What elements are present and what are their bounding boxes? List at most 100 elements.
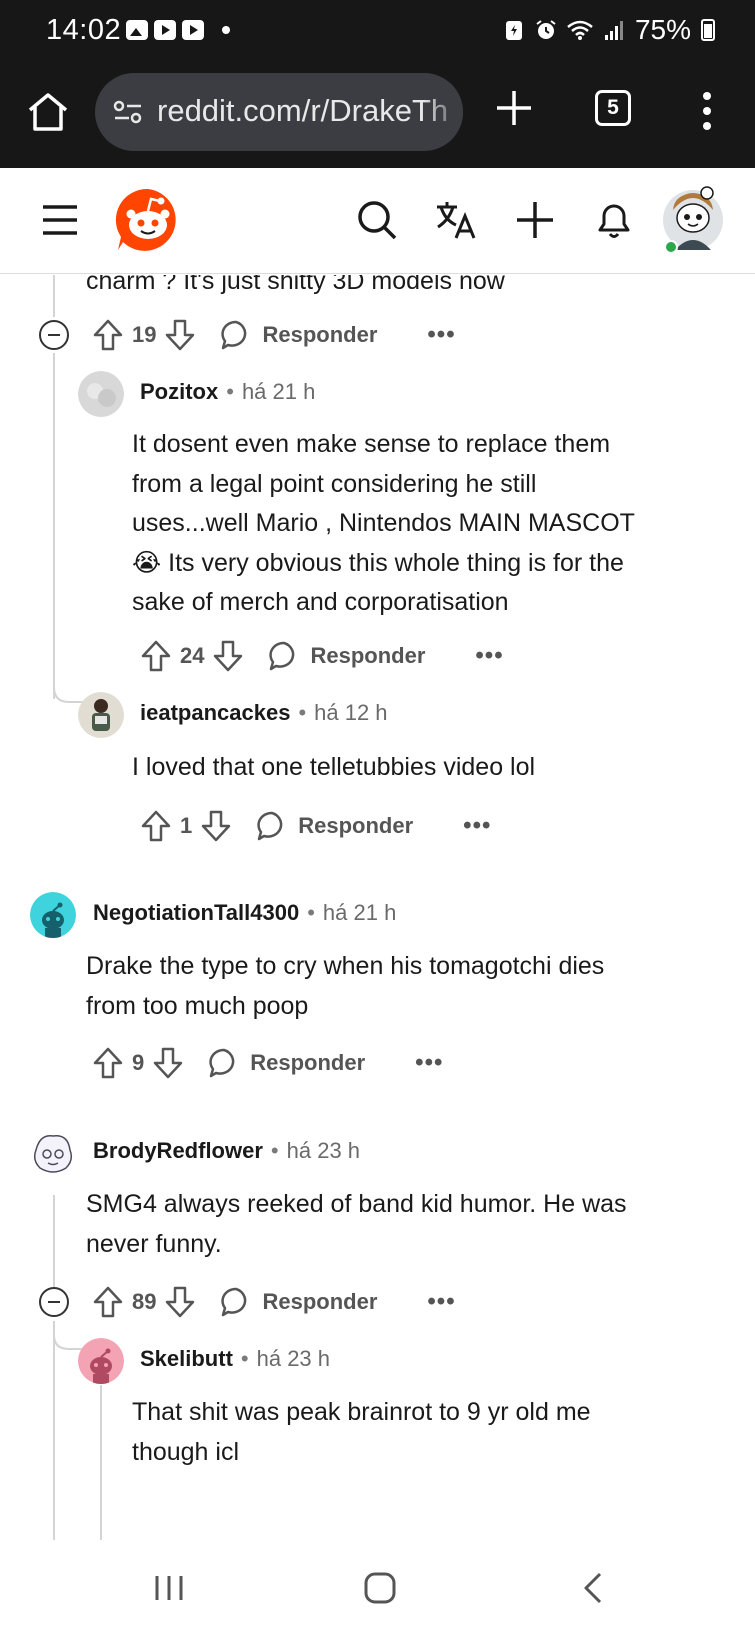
home-icon[interactable] bbox=[26, 90, 70, 134]
avatar[interactable] bbox=[30, 892, 76, 938]
reply-label: Responder bbox=[250, 1050, 366, 1075]
timestamp: há 21 h bbox=[241, 379, 316, 404]
reply-button[interactable]: Responder bbox=[256, 810, 413, 842]
comment-actions: 9 Responder ••• bbox=[92, 1043, 443, 1083]
timestamp: há 12 h bbox=[314, 700, 388, 725]
recent-apps-icon[interactable] bbox=[152, 1570, 186, 1606]
reply-bubble-icon bbox=[209, 1048, 235, 1078]
comment-meta: BrodyRedflower • há 23 h bbox=[93, 1138, 361, 1164]
comment-actions: 1 Responder ••• bbox=[140, 806, 491, 846]
more-notifications-icon bbox=[222, 26, 230, 34]
comment-text: Drake the type to cry when his tomagotch… bbox=[86, 952, 605, 1020]
alarm-icon bbox=[536, 20, 556, 39]
upvote-icon[interactable] bbox=[92, 1046, 124, 1080]
username-link[interactable]: ieatpancackes bbox=[140, 700, 290, 726]
reply-bubble-icon bbox=[257, 811, 283, 841]
upvote-icon[interactable] bbox=[140, 809, 172, 843]
more-options-button[interactable]: ••• bbox=[463, 812, 491, 840]
comment-actions: 89 Responder ••• bbox=[92, 1282, 456, 1322]
comment-text: SMG4 always reeked of band kid humor. He… bbox=[86, 1190, 627, 1258]
tab-switcher-button[interactable]: 5 bbox=[595, 90, 631, 126]
wifi-icon bbox=[567, 20, 593, 40]
data-saver-icon bbox=[505, 21, 522, 40]
timestamp: há 23 h bbox=[256, 1346, 331, 1371]
status-time: 14:02 bbox=[46, 14, 122, 46]
home-button-icon[interactable] bbox=[362, 1570, 398, 1606]
system-navigation-bar bbox=[0, 1540, 755, 1636]
reply-label: Responder bbox=[262, 1289, 378, 1314]
avatar[interactable] bbox=[78, 692, 124, 738]
comment-text: It dosent even make sense to replace the… bbox=[132, 430, 635, 616]
reply-button[interactable]: Responder bbox=[268, 640, 425, 672]
reply-bubble-icon bbox=[269, 641, 295, 671]
youtube-notification-icon bbox=[154, 20, 176, 40]
reply-button[interactable]: Responder bbox=[208, 1047, 365, 1079]
comment-text: I loved that one telletubbies video lol bbox=[132, 753, 536, 781]
downvote-icon[interactable] bbox=[152, 1046, 184, 1080]
status-bar: 14:02 75% bbox=[0, 0, 755, 62]
reply-button[interactable]: Responder bbox=[220, 1286, 377, 1318]
username-link[interactable]: Pozitox bbox=[140, 379, 218, 405]
comment-text: charm ? It's just shitty 3D models now bbox=[86, 275, 505, 295]
upvote-count: 19 bbox=[132, 322, 157, 347]
address-bar[interactable]: reddit.com/r/DrakeTh bbox=[95, 73, 463, 151]
notifications-bell-icon[interactable] bbox=[592, 198, 636, 242]
upvote-count: 89 bbox=[132, 1289, 157, 1314]
browser-toolbar: reddit.com/r/DrakeTh 5 bbox=[0, 62, 755, 168]
upvote-count: 1 bbox=[180, 813, 193, 838]
new-tab-icon[interactable] bbox=[494, 88, 534, 128]
more-options-button[interactable]: ••• bbox=[475, 642, 503, 670]
user-avatar[interactable] bbox=[660, 184, 726, 256]
create-post-icon[interactable] bbox=[513, 198, 557, 242]
comment-meta: Skelibutt • há 23 h bbox=[140, 1346, 331, 1372]
url-text: reddit.com/r/DrakeTh bbox=[157, 93, 449, 128]
battery-percent: 75% bbox=[634, 14, 691, 45]
avatar[interactable] bbox=[78, 371, 124, 417]
reddit-header bbox=[0, 168, 755, 274]
notification-icons bbox=[126, 20, 230, 40]
upvote-count: 9 bbox=[132, 1050, 145, 1075]
downvote-icon[interactable] bbox=[164, 1285, 196, 1319]
hamburger-menu-icon[interactable] bbox=[40, 203, 80, 237]
timestamp: há 21 h bbox=[322, 900, 397, 925]
youtube-notification-icon-2 bbox=[182, 20, 204, 40]
upvote-icon[interactable] bbox=[92, 318, 124, 352]
upvote-icon[interactable] bbox=[140, 639, 172, 673]
downvote-icon[interactable] bbox=[212, 639, 244, 673]
downvote-icon[interactable] bbox=[200, 809, 232, 843]
reply-label: Responder bbox=[262, 322, 378, 347]
translate-icon[interactable] bbox=[434, 198, 478, 242]
downvote-icon[interactable] bbox=[164, 318, 196, 352]
timestamp: há 23 h bbox=[286, 1138, 361, 1163]
reddit-logo-icon[interactable] bbox=[115, 187, 181, 253]
browser-menu-icon[interactable] bbox=[700, 90, 714, 132]
reply-label: Responder bbox=[298, 813, 414, 838]
comment-actions: 24 Responder ••• bbox=[140, 636, 504, 676]
reply-bubble-icon bbox=[221, 1287, 247, 1317]
upvote-count: 24 bbox=[180, 643, 205, 668]
back-button-icon[interactable] bbox=[578, 1570, 608, 1606]
more-options-button[interactable]: ••• bbox=[427, 1288, 455, 1316]
comments-feed: charm ? It's just shitty 3D models now 1… bbox=[0, 275, 755, 1540]
username-link[interactable]: Skelibutt bbox=[140, 1346, 233, 1372]
site-settings-icon[interactable] bbox=[113, 99, 143, 125]
username-link[interactable]: BrodyRedflower bbox=[93, 1138, 263, 1164]
comment-meta: Pozitox • há 21 h bbox=[140, 379, 316, 405]
comment-meta: NegotiationTall4300 • há 21 h bbox=[93, 900, 397, 926]
comment-actions: 19 Responder ••• bbox=[92, 315, 456, 355]
more-options-button[interactable]: ••• bbox=[415, 1049, 443, 1077]
reply-label: Responder bbox=[310, 643, 426, 668]
collapse-thread-button[interactable] bbox=[39, 1287, 69, 1317]
search-icon[interactable] bbox=[355, 198, 399, 242]
reply-bubble-icon bbox=[221, 320, 247, 350]
battery-icon bbox=[701, 19, 715, 41]
reply-button[interactable]: Responder bbox=[220, 319, 377, 351]
signal-icon bbox=[604, 21, 623, 40]
avatar[interactable] bbox=[78, 1338, 124, 1384]
more-options-button[interactable]: ••• bbox=[427, 321, 455, 349]
avatar[interactable] bbox=[30, 1130, 76, 1176]
comment-meta: ieatpancackes • há 12 h bbox=[140, 700, 388, 726]
upvote-icon[interactable] bbox=[92, 1285, 124, 1319]
username-link[interactable]: NegotiationTall4300 bbox=[93, 900, 299, 926]
collapse-thread-button[interactable] bbox=[39, 320, 69, 350]
